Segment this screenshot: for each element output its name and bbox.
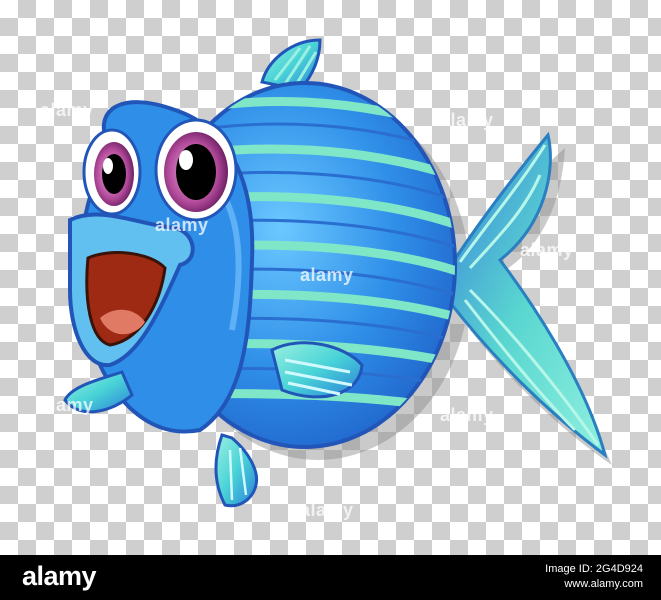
footer-bar: alamy Image ID: 2G4D924 www.alamy.com xyxy=(0,555,661,600)
watermark: alamy xyxy=(440,110,494,130)
alamy-logo: alamy xyxy=(22,561,97,591)
watermark: alamy xyxy=(520,240,574,260)
right-eye xyxy=(154,118,238,222)
watermark: alamy xyxy=(40,395,94,415)
watermark: alamy xyxy=(300,265,354,285)
watermark: alamy xyxy=(155,215,209,235)
transparency-checkerboard: alamy alamy alamy alamy alamy alamy alam… xyxy=(0,0,661,555)
left-eye xyxy=(82,128,142,216)
site-url: www.alamy.com xyxy=(564,578,643,590)
watermark: alamy xyxy=(300,500,354,520)
watermark: alamy xyxy=(440,405,494,425)
bottom-fin-right xyxy=(214,433,258,508)
image-id: Image ID: 2G4D924 xyxy=(545,563,643,575)
watermark: alamy xyxy=(40,100,94,120)
image-info: Image ID: 2G4D924 www.alamy.com xyxy=(545,562,643,592)
